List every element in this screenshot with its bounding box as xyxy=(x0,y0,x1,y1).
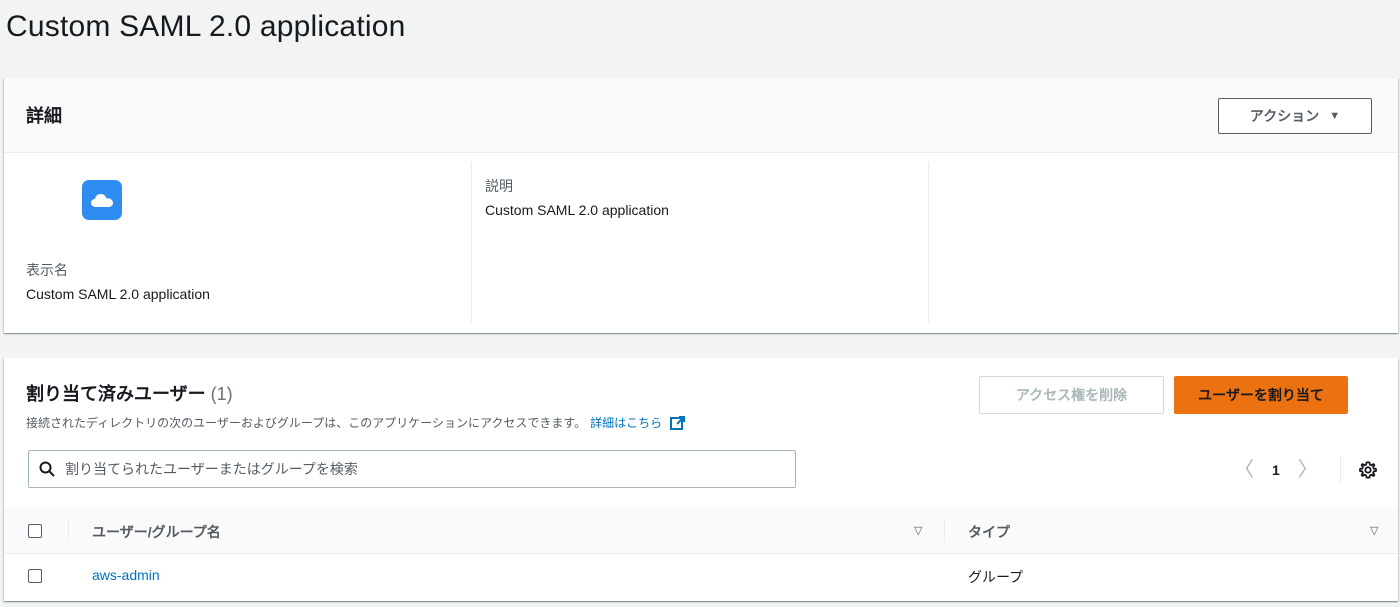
search-input[interactable] xyxy=(63,460,767,478)
display-name-label: 表示名 xyxy=(26,262,68,278)
row-name-link[interactable]: aws-admin xyxy=(92,567,160,583)
display-name-column: 表示名 Custom SAML 2.0 application xyxy=(4,162,472,323)
previous-page-icon[interactable]: 〈 xyxy=(1234,460,1254,480)
actions-label: アクション xyxy=(1249,108,1320,124)
description-value: Custom SAML 2.0 application xyxy=(485,202,669,218)
current-page[interactable]: 1 xyxy=(1272,462,1280,478)
details-panel: 詳細 アクション ▼ 表示名 Custom SAML 2.0 applicati… xyxy=(4,78,1398,333)
column-header-name[interactable]: ユーザー/グループ名 xyxy=(92,522,221,542)
cloud-icon xyxy=(82,180,122,220)
assigned-users-panel: 割り当て済みユーザー (1) 接続されたディレクトリの次のユーザーおよびグループ… xyxy=(4,358,1398,601)
next-page-icon[interactable]: 〉 xyxy=(1298,460,1318,480)
row-type: グループ xyxy=(968,569,1024,585)
sort-triangle-icon[interactable]: ▽ xyxy=(1370,524,1378,537)
remove-access-button[interactable]: アクセス権を削除 xyxy=(979,376,1164,414)
page-title: Custom SAML 2.0 application xyxy=(6,10,406,43)
learn-more-text: 詳細はこちら xyxy=(590,416,663,430)
assigned-users-title: 割り当て済みユーザー (1) xyxy=(26,380,233,406)
display-name-value: Custom SAML 2.0 application xyxy=(26,286,210,302)
description-column: 説明 Custom SAML 2.0 application xyxy=(471,162,929,323)
assigned-users-description: 接続されたディレクトリの次のユーザーおよびグループは、このアプリケーションにアク… xyxy=(26,414,685,431)
table-header: ユーザー/グループ名 ▽ タイプ ▽ xyxy=(4,508,1398,554)
search-icon xyxy=(39,461,55,477)
caret-down-icon: ▼ xyxy=(1329,110,1341,122)
assigned-users-description-text: 接続されたディレクトリの次のユーザーおよびグループは、このアプリケーションにアク… xyxy=(26,416,587,431)
column-divider xyxy=(944,520,945,542)
actions-dropdown-button[interactable]: アクション ▼ xyxy=(1218,98,1372,134)
table-row: aws-admin グループ xyxy=(4,554,1398,598)
learn-more-link[interactable]: 詳細はこちら xyxy=(590,414,685,431)
pager-divider xyxy=(1339,456,1341,484)
column-divider xyxy=(68,520,69,542)
sort-triangle-icon[interactable]: ▽ xyxy=(914,524,922,537)
assign-users-button[interactable]: ユーザーを割り当て xyxy=(1174,376,1348,414)
details-header: 詳細 アクション ▼ xyxy=(4,78,1398,153)
assigned-users-title-text: 割り当て済みユーザー xyxy=(26,384,206,404)
pagination: 〈 1 〉 xyxy=(1234,456,1377,484)
gear-icon[interactable] xyxy=(1358,461,1377,479)
description-label: 説明 xyxy=(485,178,513,194)
select-all-checkbox[interactable] xyxy=(28,524,42,538)
row-checkbox[interactable] xyxy=(28,569,42,583)
details-heading: 詳細 xyxy=(26,106,62,126)
assigned-users-count: (1) xyxy=(210,384,233,404)
search-box xyxy=(28,450,796,488)
external-link-icon xyxy=(669,416,685,431)
column-header-type[interactable]: タイプ xyxy=(968,522,1010,542)
